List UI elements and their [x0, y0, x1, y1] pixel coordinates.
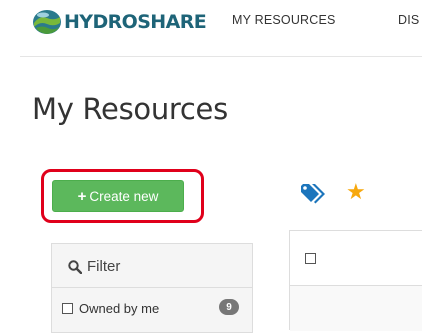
- tags-icon[interactable]: [299, 182, 327, 204]
- top-navbar: HYDROSHARE MY RESOURCES DIS: [0, 0, 422, 50]
- logo-text: HYDROSHARE: [64, 11, 207, 33]
- create-new-label: Create new: [89, 188, 159, 204]
- nav-discover[interactable]: DIS: [398, 13, 419, 27]
- globe-icon: [33, 10, 61, 34]
- plus-icon: +: [77, 187, 87, 205]
- filter-divider: [52, 287, 252, 288]
- create-new-button[interactable]: + Create new: [52, 180, 184, 212]
- select-all-checkbox[interactable]: [305, 253, 316, 264]
- owned-by-me-label: Owned by me: [79, 301, 160, 316]
- resources-table: [289, 230, 422, 331]
- owned-by-me-count-badge: 9: [219, 299, 239, 315]
- table-header-row: [290, 231, 422, 286]
- hydroshare-logo[interactable]: HYDROSHARE: [32, 8, 207, 36]
- owned-by-me-checkbox[interactable]: [62, 303, 73, 314]
- table-row[interactable]: [290, 286, 422, 331]
- filter-header[interactable]: Filter: [68, 258, 120, 275]
- star-icon[interactable]: ★: [346, 180, 366, 204]
- header-divider: [20, 56, 422, 57]
- filter-panel: Filter Owned by me 9: [51, 243, 253, 333]
- owned-by-me-filter[interactable]: Owned by me: [62, 301, 159, 316]
- nav-my-resources[interactable]: MY RESOURCES: [232, 13, 336, 27]
- page-title: My Resources: [32, 92, 228, 126]
- filter-label: Filter: [87, 258, 121, 275]
- search-icon: [68, 259, 82, 274]
